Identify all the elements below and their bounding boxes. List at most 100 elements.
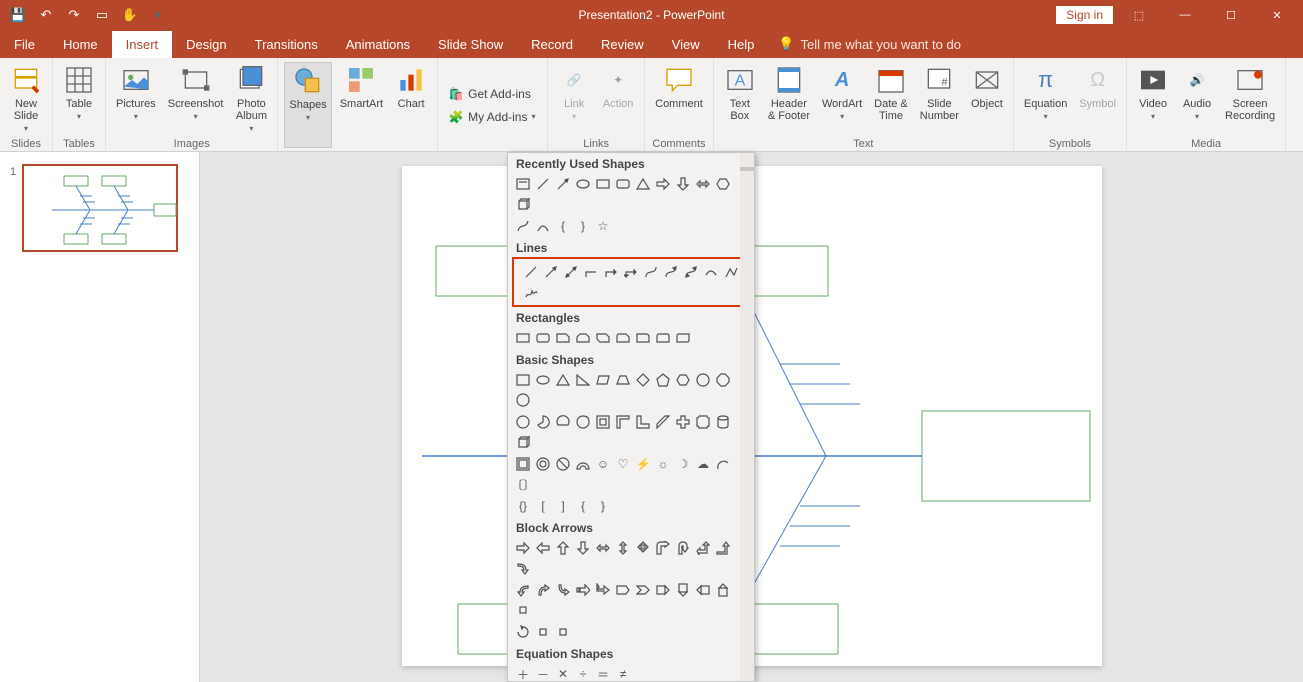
block-arc-icon[interactable] xyxy=(574,455,592,473)
close-icon[interactable]: ✕ xyxy=(1257,3,1297,27)
arrow-curved-right-icon[interactable] xyxy=(514,559,532,577)
video-button[interactable]: Video▾ xyxy=(1133,62,1173,136)
heart-icon[interactable]: ♡ xyxy=(614,455,632,473)
shape-right-arrow-icon[interactable] xyxy=(654,175,672,193)
double-bracket-icon[interactable]: 〔〕 xyxy=(514,475,532,493)
screen-recording-button[interactable]: Screen Recording xyxy=(1221,62,1279,136)
shape-rounded-rect-icon[interactable] xyxy=(614,175,632,193)
eq-minus-icon[interactable]: － xyxy=(534,665,552,682)
shape-triangle-icon[interactable] xyxy=(634,175,652,193)
round-single-rect-icon[interactable] xyxy=(634,329,652,347)
eq-plus-icon[interactable]: ＋ xyxy=(514,665,532,682)
eq-not-equal-icon[interactable]: ≠ xyxy=(614,665,632,682)
arrow-up-icon[interactable] xyxy=(554,539,572,557)
chord-icon[interactable] xyxy=(554,413,572,431)
text-box-button[interactable]: AText Box xyxy=(720,62,760,136)
undo-icon[interactable]: ↶ xyxy=(34,3,58,27)
rounded-rect-icon[interactable] xyxy=(534,329,552,347)
arrow-down-icon[interactable] xyxy=(574,539,592,557)
table-button[interactable]: Table▾ xyxy=(59,62,99,136)
hexagon-shape-icon[interactable] xyxy=(674,371,692,389)
save-icon[interactable]: 💾 xyxy=(6,3,30,27)
eq-equal-icon[interactable]: ＝ xyxy=(594,665,612,682)
arrow-callout-ud-icon[interactable] xyxy=(554,623,572,641)
arrow-uturn-icon[interactable] xyxy=(674,539,692,557)
slide-number-button[interactable]: #Slide Number xyxy=(916,62,963,136)
lightning-icon[interactable]: ⚡ xyxy=(634,455,652,473)
eq-divide-icon[interactable]: ÷ xyxy=(574,665,592,682)
curved-arrow-connector-icon[interactable] xyxy=(662,263,680,281)
snip-round-rect-icon[interactable] xyxy=(614,329,632,347)
smartart-button[interactable]: SmartArt xyxy=(336,62,387,148)
shape-arc-icon[interactable] xyxy=(534,217,552,235)
snip-same-rect-icon[interactable] xyxy=(574,329,592,347)
arrow-curved-left-icon[interactable] xyxy=(514,581,532,599)
maximize-icon[interactable]: ☐ xyxy=(1211,3,1251,27)
touch-mode-icon[interactable]: ✋ xyxy=(118,3,142,27)
frame-icon[interactable] xyxy=(594,413,612,431)
chart-button[interactable]: Chart xyxy=(391,62,431,148)
parallelogram-icon[interactable] xyxy=(594,371,612,389)
arrow-striped-icon[interactable] xyxy=(574,581,592,599)
symbol-button[interactable]: ΩSymbol xyxy=(1075,62,1120,136)
round-diag-rect-icon[interactable] xyxy=(674,329,692,347)
line-arrow-icon[interactable] xyxy=(542,263,560,281)
arrow-bent-up-icon[interactable] xyxy=(714,539,732,557)
arrow-curved-down-icon[interactable] xyxy=(554,581,572,599)
arrow-circular-icon[interactable] xyxy=(514,623,532,641)
curved-connector-icon[interactable] xyxy=(642,263,660,281)
tab-record[interactable]: Record xyxy=(517,31,587,58)
heptagon-icon[interactable] xyxy=(694,371,712,389)
screenshot-button[interactable]: Screenshot▾ xyxy=(164,62,228,136)
slide-thumbnail-1[interactable]: 1 xyxy=(22,164,178,252)
arrow-callout-down-icon[interactable] xyxy=(674,581,692,599)
tab-transitions[interactable]: Transitions xyxy=(241,31,332,58)
tab-home[interactable]: Home xyxy=(49,31,112,58)
right-triangle-icon[interactable] xyxy=(574,371,592,389)
my-addins-button[interactable]: 🧩My Add-ins▾ xyxy=(444,106,539,128)
right-bracket-icon[interactable]: ] xyxy=(554,497,572,515)
get-addins-button[interactable]: 🛍️Get Add-ins xyxy=(444,83,539,105)
tab-help[interactable]: Help xyxy=(714,31,769,58)
audio-button[interactable]: 🔊Audio▾ xyxy=(1177,62,1217,136)
triangle-shape-icon[interactable] xyxy=(554,371,572,389)
sun-icon[interactable]: ☼ xyxy=(654,455,672,473)
arrow-curved-up-icon[interactable] xyxy=(534,581,552,599)
snip-diag-rect-icon[interactable] xyxy=(594,329,612,347)
round-same-rect-icon[interactable] xyxy=(654,329,672,347)
donut-icon[interactable] xyxy=(534,455,552,473)
object-button[interactable]: Object xyxy=(967,62,1007,136)
elbow-connector-icon[interactable] xyxy=(582,263,600,281)
plaque-icon[interactable] xyxy=(694,413,712,431)
text-box-shape-icon[interactable] xyxy=(514,371,532,389)
shape-oval-icon[interactable] xyxy=(574,175,592,193)
arrow-callout-right-icon[interactable] xyxy=(654,581,672,599)
octagon-icon[interactable] xyxy=(714,371,732,389)
arc-shape-icon[interactable] xyxy=(714,455,732,473)
elbow-double-arrow-icon[interactable] xyxy=(622,263,640,281)
line-double-arrow-icon[interactable] xyxy=(562,263,580,281)
comment-button[interactable]: Comment xyxy=(651,62,707,136)
new-slide-button[interactable]: New Slide▾ xyxy=(6,62,46,136)
diamond-shape-icon[interactable] xyxy=(634,371,652,389)
shape-line-arrow-icon[interactable] xyxy=(554,175,572,193)
equation-button[interactable]: πEquation▾ xyxy=(1020,62,1071,136)
gallery-scrollbar[interactable] xyxy=(740,153,754,681)
tab-animations[interactable]: Animations xyxy=(332,31,424,58)
ribbon-display-options-icon[interactable]: ⬚ xyxy=(1119,3,1159,27)
shape-down-arrow-icon[interactable] xyxy=(674,175,692,193)
arrow-bent-icon[interactable] xyxy=(654,539,672,557)
no-symbol-icon[interactable] xyxy=(554,455,572,473)
arrow-callout-lr-icon[interactable] xyxy=(534,623,552,641)
rect-icon[interactable] xyxy=(514,329,532,347)
arrow-callout-left-icon[interactable] xyxy=(694,581,712,599)
arrow-right-icon[interactable] xyxy=(514,539,532,557)
dodecagon-icon[interactable] xyxy=(514,413,532,431)
arrow-updown-icon[interactable] xyxy=(614,539,632,557)
elbow-arrow-connector-icon[interactable] xyxy=(602,263,620,281)
pictures-button[interactable]: Pictures▾ xyxy=(112,62,160,136)
shapes-button[interactable]: Shapes▾ xyxy=(284,62,331,148)
smiley-icon[interactable]: ☺ xyxy=(594,455,612,473)
date-time-button[interactable]: Date & Time xyxy=(870,62,912,136)
pie-icon[interactable] xyxy=(534,413,552,431)
